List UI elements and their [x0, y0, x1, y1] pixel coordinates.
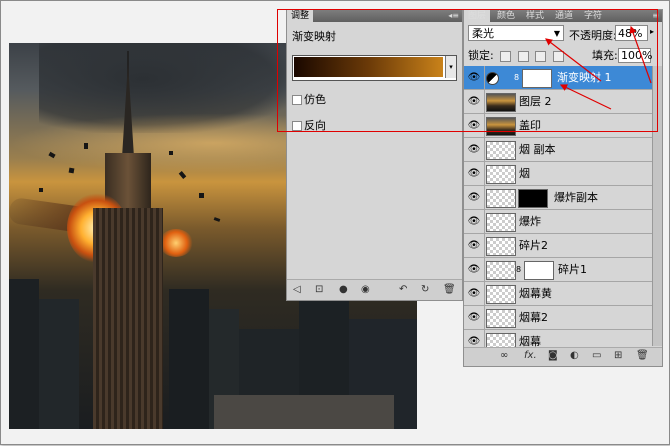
annotation-arrows — [545, 25, 652, 110]
screenshot-frame: 调整 ◂≡ 渐变映射 ▾ 仿色 反向 ◁ ⊡ ● ◉ ↶ ↻ 🗑 图层 颜色 样… — [0, 0, 670, 445]
arrow-to-layer — [559, 84, 612, 110]
arrow-to-blend-mode — [545, 38, 602, 82]
arrow-to-opacity — [629, 25, 652, 84]
